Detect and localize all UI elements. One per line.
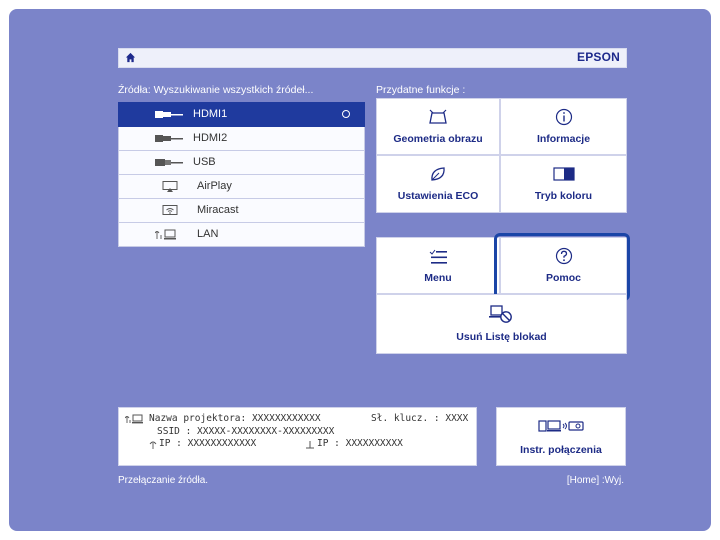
connection-guide-label: Instr. połączenia <box>520 444 602 456</box>
connection-guide-tile[interactable]: Instr. połączenia <box>496 407 626 466</box>
leaf-icon <box>431 167 445 181</box>
wifi-icon <box>149 441 157 449</box>
clear-blocklist-tile[interactable]: Usuń Listę blokad <box>376 294 627 354</box>
source-label: USB <box>193 156 216 168</box>
clear-blocklist-icon <box>488 305 512 323</box>
ssid-info: SSID : XXXXX-XXXXXXXX-XXXXXXXXX <box>157 426 335 437</box>
info-label: Informacje <box>536 133 591 145</box>
geometry-tile[interactable]: Geometria obrazu <box>376 98 500 155</box>
menu-list-icon <box>429 249 447 264</box>
hdmi-icon <box>155 111 183 118</box>
menu-tile[interactable]: Menu <box>376 237 500 294</box>
lan-icon <box>155 229 176 240</box>
focus-highlight <box>494 233 630 301</box>
functions-heading: Przydatne funkcje : <box>376 84 466 96</box>
top-bar: EPSON <box>118 48 627 68</box>
wired-lan-icon <box>306 441 314 449</box>
eco-label: Ustawienia ECO <box>397 190 479 202</box>
usb-icon <box>155 159 183 166</box>
connection-guide-icon <box>538 420 584 432</box>
projector-name: Nazwa projektora: XXXXXXXXXXXX <box>149 413 321 424</box>
source-item-miracast[interactable]: Miracast <box>118 199 365 223</box>
source-label: LAN <box>197 228 219 240</box>
info-icon <box>555 108 572 126</box>
source-label: Miracast <box>197 204 239 216</box>
status-text: Przełączanie źródła. <box>118 475 209 486</box>
lan-ip: IP : XXXXXXXXXX <box>317 438 403 449</box>
airplay-icon <box>162 181 178 192</box>
color-mode-icon <box>552 167 575 181</box>
clear-blocklist-label: Usuń Listę blokad <box>456 331 547 343</box>
color-mode-tile[interactable]: Tryb koloru <box>500 155 627 213</box>
home-icon[interactable] <box>125 52 136 63</box>
source-item-lan[interactable]: LAN <box>118 223 365 247</box>
projector-info-panel: Nazwa projektora: XXXXXXXXXXXX Sł. klucz… <box>118 407 477 466</box>
projector-key: Sł. klucz. : XXXX <box>371 413 469 424</box>
source-label: HDMI2 <box>193 132 228 144</box>
home-exit-hint: [Home] :Wyj. <box>566 475 624 486</box>
info-tile[interactable]: Informacje <box>500 98 627 155</box>
source-label: HDMI1 <box>193 108 228 120</box>
menu-label: Menu <box>424 272 452 284</box>
source-list: HDMI1 HDMI2 USB AirPlay Miracast LAN <box>118 102 365 247</box>
selected-indicator <box>342 110 350 118</box>
source-item-usb[interactable]: USB <box>118 151 365 175</box>
sources-heading: Źródła: Wyszukiwanie wszystkich źródeł..… <box>118 84 314 96</box>
geometry-label: Geometria obrazu <box>393 133 483 145</box>
source-label: AirPlay <box>197 180 232 192</box>
brand-logo: EPSON <box>576 50 620 64</box>
source-item-hdmi1[interactable]: HDMI1 <box>118 102 365 127</box>
color-mode-label: Tryb koloru <box>534 190 593 202</box>
source-item-airplay[interactable]: AirPlay <box>118 175 365 199</box>
lan-icon <box>125 414 143 424</box>
source-item-hdmi2[interactable]: HDMI2 <box>118 127 365 151</box>
hdmi-icon <box>155 135 183 142</box>
wifi-ip: IP : XXXXXXXXXXXX <box>159 438 257 449</box>
miracast-icon <box>162 205 178 215</box>
projector-home-screen: EPSON Źródła: Wyszukiwanie wszystkich źr… <box>9 9 711 531</box>
geometry-icon <box>429 109 447 124</box>
eco-tile[interactable]: Ustawienia ECO <box>376 155 500 213</box>
